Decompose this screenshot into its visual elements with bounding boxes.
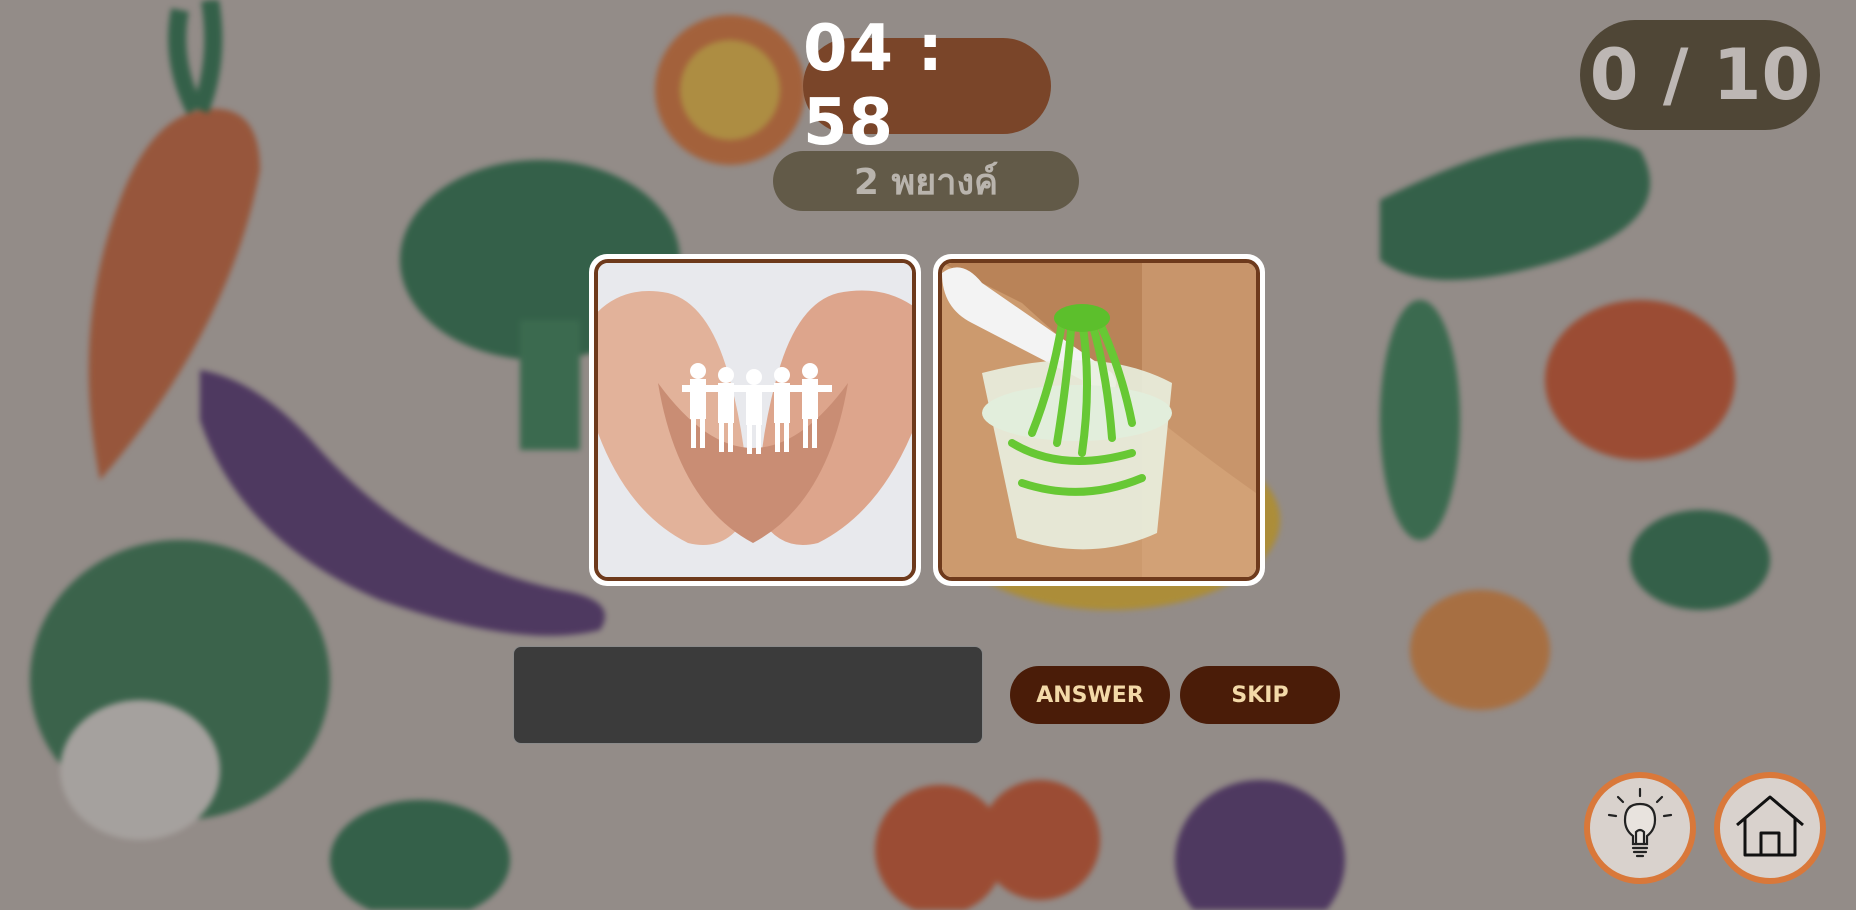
lightbulb-icon — [1605, 786, 1675, 870]
clue-picture-1 — [589, 254, 921, 586]
green-noodle-dessert-image — [938, 259, 1260, 581]
score-counter: 0 / 10 — [1580, 20, 1820, 130]
countdown-timer: 04 : 58 — [803, 12, 1051, 160]
answer-input[interactable] — [513, 646, 983, 744]
syllable-hint-badge: 2 พยางค์ — [773, 151, 1079, 211]
hint-button[interactable] — [1584, 772, 1696, 884]
skip-button[interactable]: SKIP — [1180, 666, 1340, 724]
home-icon — [1733, 791, 1807, 865]
home-button[interactable] — [1714, 772, 1826, 884]
answer-button[interactable]: ANSWER — [1010, 666, 1170, 724]
hands-holding-paper-people-image — [594, 259, 916, 581]
clue-picture-2 — [933, 254, 1265, 586]
